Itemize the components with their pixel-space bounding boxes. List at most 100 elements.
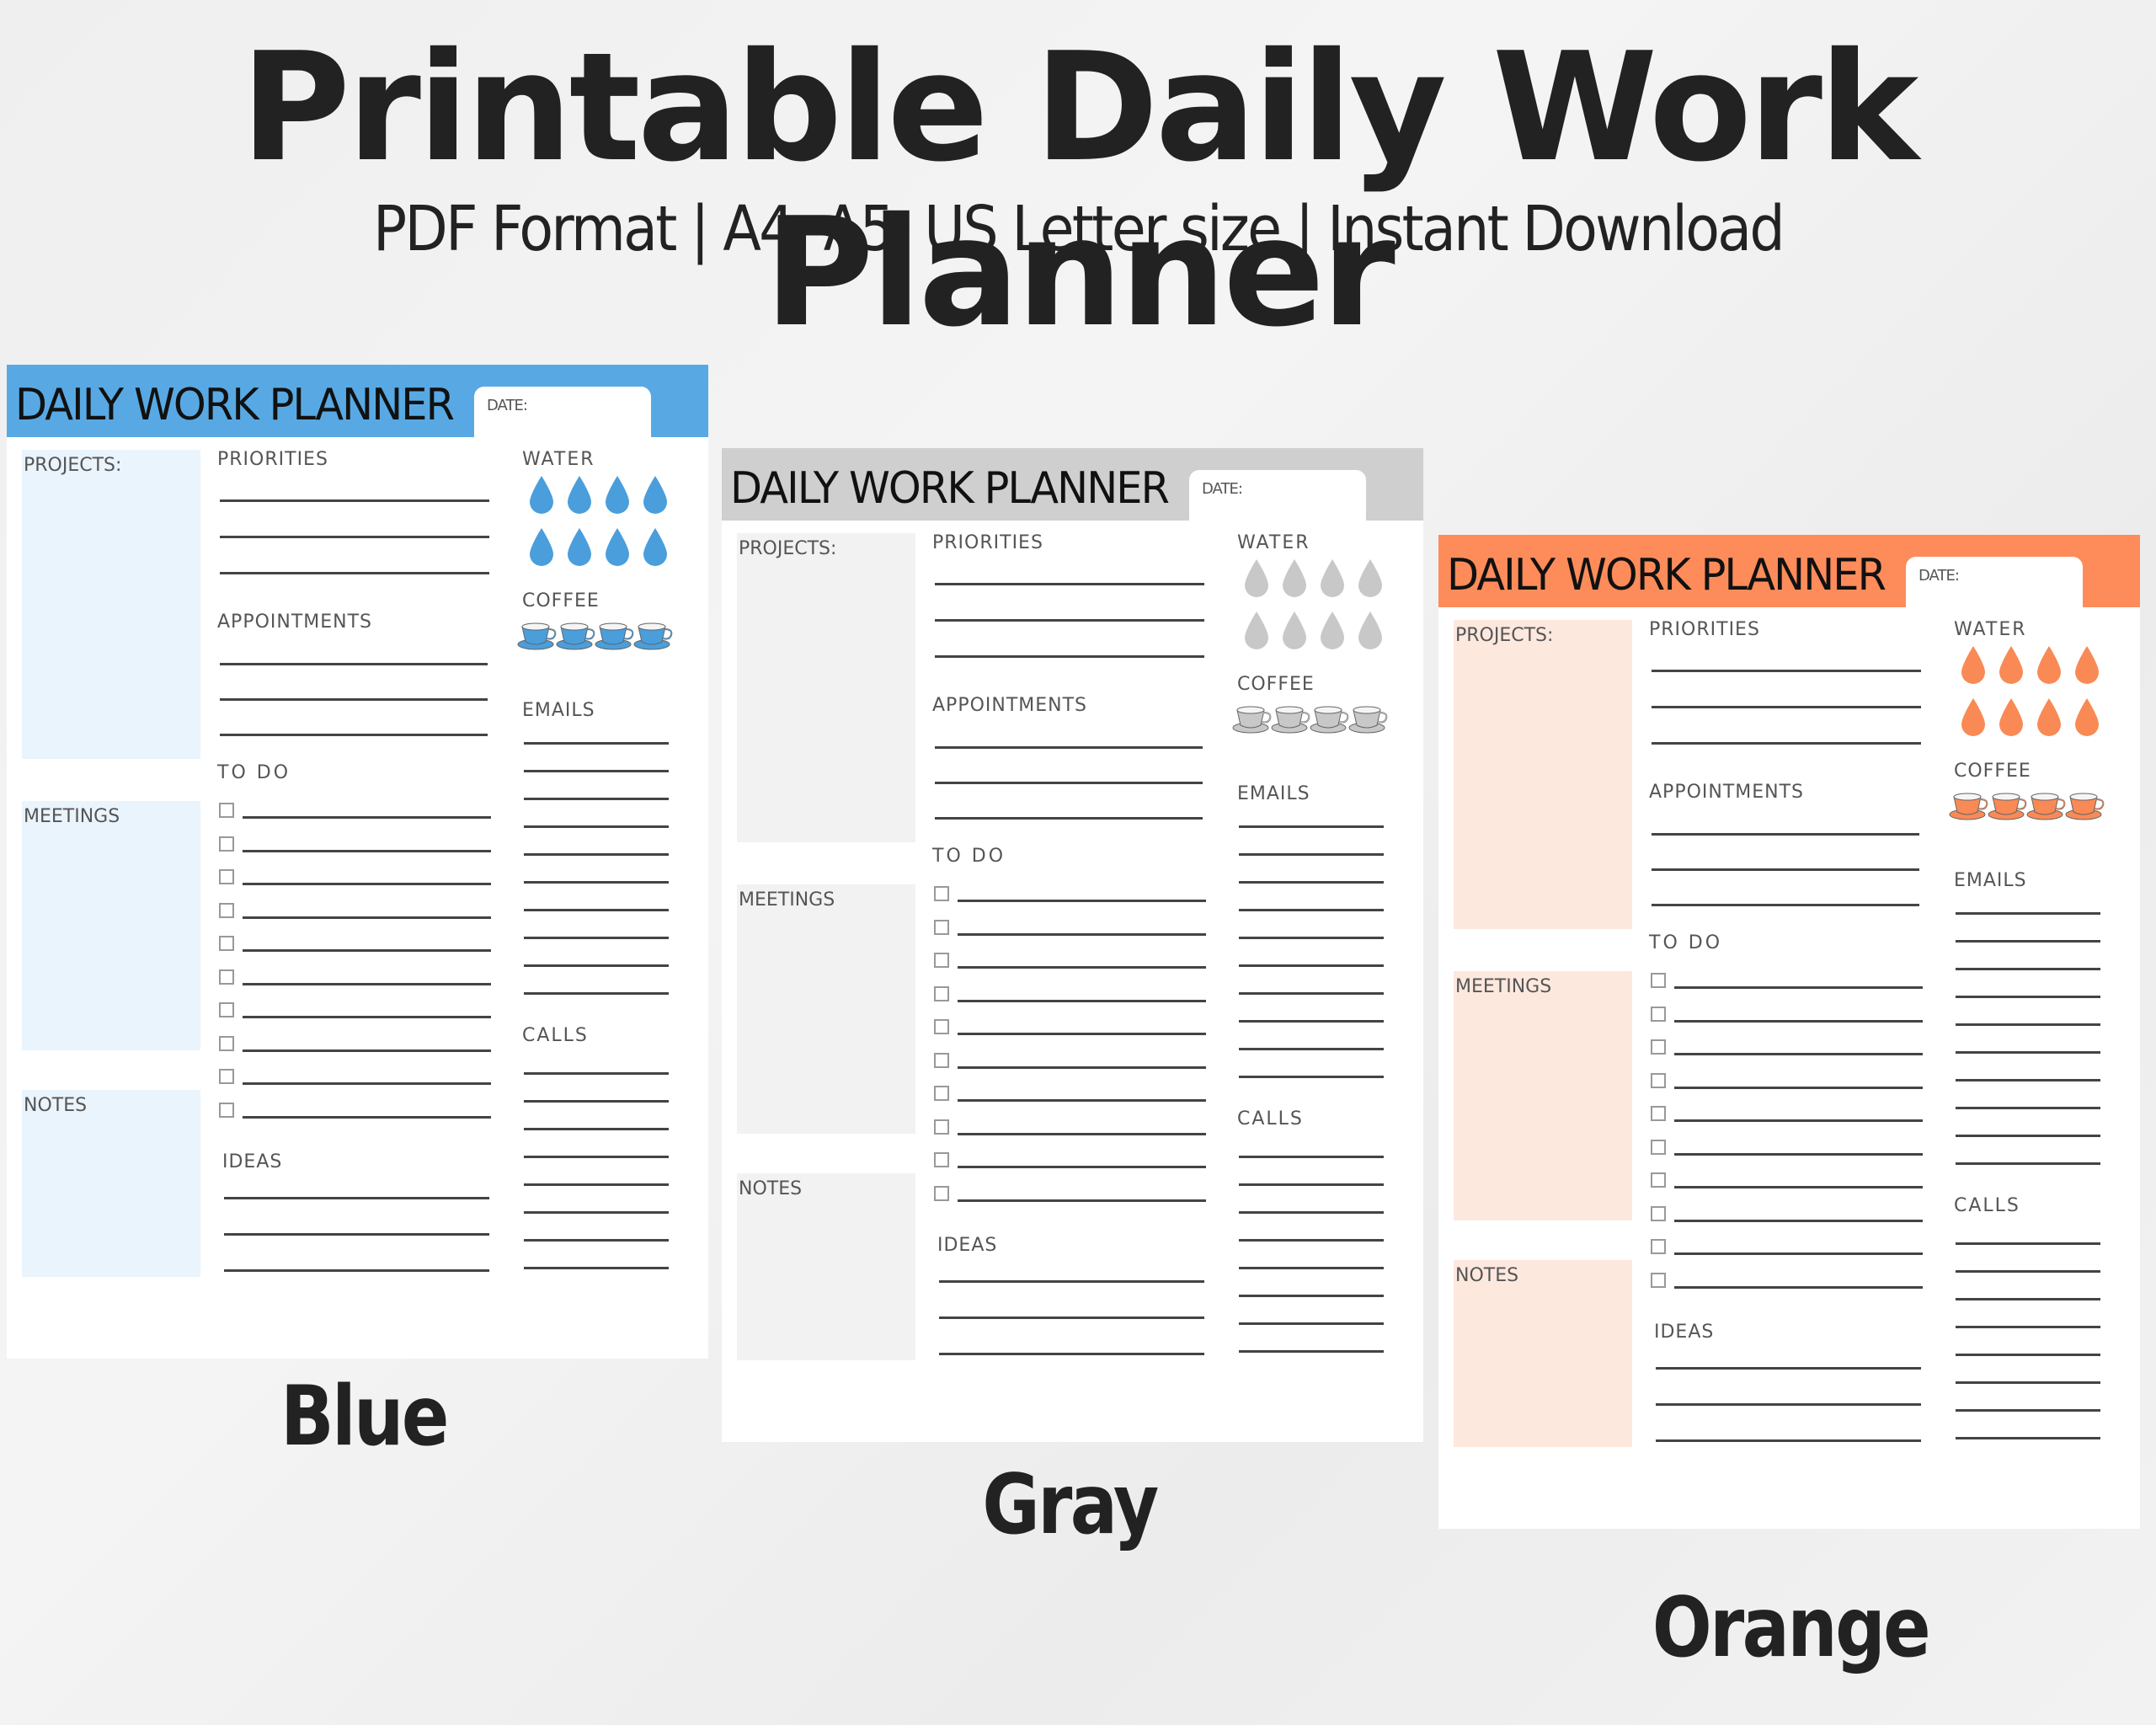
call-line[interactable] [1956,1409,2100,1412]
notes-box[interactable]: NOTES [22,1090,200,1277]
todo-line[interactable] [243,849,491,852]
priority-line[interactable] [935,619,1204,622]
idea-line[interactable] [939,1316,1204,1319]
call-line[interactable] [1239,1267,1384,1269]
todo-checkbox[interactable] [934,953,949,968]
water-drop-icon[interactable] [1959,646,1988,685]
call-line[interactable] [1956,1381,2100,1384]
projects-box[interactable]: PROJECTS: [737,533,915,842]
email-line[interactable] [1956,1135,2100,1137]
call-line[interactable] [524,1267,669,1269]
appointment-line[interactable] [1652,868,1919,871]
coffee-cup-icon[interactable] [2026,792,2067,820]
notes-box[interactable]: NOTES [737,1173,915,1360]
water-drop-icon[interactable] [1959,698,1988,737]
todo-checkbox[interactable] [1651,973,1666,988]
todo-checkbox[interactable] [934,919,949,935]
todo-checkbox[interactable] [219,836,234,852]
todo-checkbox[interactable] [934,1052,949,1068]
appointment-line[interactable] [220,663,488,665]
todo-checkbox[interactable] [219,803,234,818]
email-line[interactable] [1239,1020,1384,1023]
call-line[interactable] [1956,1242,2100,1245]
email-line[interactable] [1239,825,1384,828]
water-drop-icon[interactable] [603,528,632,567]
email-line[interactable] [524,742,669,745]
water-drop-icon[interactable] [1242,611,1271,650]
todo-line[interactable] [1674,1252,1923,1255]
idea-line[interactable] [224,1233,489,1236]
call-line[interactable] [1956,1437,2100,1439]
appointment-line[interactable] [1652,833,1919,836]
priority-line[interactable] [935,655,1204,658]
appointment-line[interactable] [220,734,488,736]
water-drop-icon[interactable] [1318,559,1347,598]
appointment-line[interactable] [935,782,1203,784]
idea-line[interactable] [939,1280,1204,1283]
email-line[interactable] [1956,1023,2100,1026]
water-drop-icon[interactable] [1356,611,1385,650]
meetings-box[interactable]: MEETINGS [1454,971,1632,1220]
call-line[interactable] [1956,1354,2100,1356]
todo-line[interactable] [243,883,491,885]
todo-checkbox[interactable] [1651,1205,1666,1221]
todo-line[interactable] [1674,1086,1923,1089]
water-drop-icon[interactable] [1997,698,2025,737]
water-drop-icon[interactable] [527,528,556,567]
todo-checkbox[interactable] [1651,1239,1666,1254]
call-line[interactable] [524,1156,669,1158]
water-drop-icon[interactable] [2073,646,2101,685]
priority-line[interactable] [1652,706,1921,708]
todo-checkbox[interactable] [934,1152,949,1167]
priority-line[interactable] [1652,670,1921,672]
todo-line[interactable] [958,932,1206,936]
todo-checkbox[interactable] [1651,1106,1666,1121]
idea-line[interactable] [939,1353,1204,1355]
email-line[interactable] [524,825,669,828]
water-drop-icon[interactable] [565,528,594,567]
call-line[interactable] [524,1072,669,1075]
todo-line[interactable] [243,916,491,919]
todo-line[interactable] [958,1199,1206,1202]
todo-line[interactable] [1674,1285,1923,1289]
todo-line[interactable] [958,1065,1206,1069]
email-line[interactable] [1239,881,1384,884]
todo-line[interactable] [1674,1053,1923,1055]
todo-line[interactable] [1674,1019,1923,1023]
coffee-cup-icon[interactable] [2065,792,2105,820]
todo-line[interactable] [243,1082,491,1085]
water-drop-icon[interactable] [1242,559,1271,598]
water-drop-icon[interactable] [1280,611,1309,650]
idea-line[interactable] [1656,1367,1921,1370]
todo-checkbox[interactable] [219,902,234,918]
coffee-cup-icon[interactable] [633,622,674,650]
water-drop-icon[interactable] [1997,646,2025,685]
todo-line[interactable] [243,982,491,985]
todo-line[interactable] [958,900,1206,902]
email-line[interactable] [1239,1076,1384,1078]
todo-line[interactable] [958,966,1206,969]
projects-box[interactable]: PROJECTS: [22,450,200,759]
email-line[interactable] [1239,853,1384,856]
todo-line[interactable] [243,816,491,819]
notes-box[interactable]: NOTES [1454,1260,1632,1447]
coffee-cup-icon[interactable] [517,622,558,650]
call-line[interactable] [524,1128,669,1130]
email-line[interactable] [1239,964,1384,967]
todo-line[interactable] [243,1016,491,1018]
call-line[interactable] [1239,1322,1384,1325]
email-line[interactable] [1956,996,2100,998]
email-line[interactable] [1239,909,1384,911]
coffee-cup-icon[interactable] [1271,705,1311,734]
idea-line[interactable] [224,1197,489,1199]
todo-line[interactable] [1674,986,1923,989]
priority-line[interactable] [220,536,489,538]
email-line[interactable] [1956,1051,2100,1054]
email-line[interactable] [1239,937,1384,939]
water-drop-icon[interactable] [527,476,556,515]
todo-checkbox[interactable] [1651,1072,1666,1088]
water-drop-icon[interactable] [1318,611,1347,650]
todo-checkbox[interactable] [1651,1139,1666,1155]
projects-box[interactable]: PROJECTS: [1454,620,1632,929]
call-line[interactable] [524,1211,669,1214]
